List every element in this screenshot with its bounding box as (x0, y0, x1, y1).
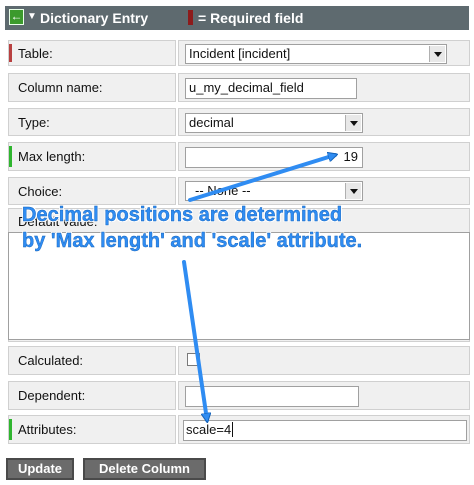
arrow-to-max-length (188, 155, 335, 202)
annotation-callout: Decimal positions are determined by 'Max… (22, 202, 462, 254)
annotation-line-1: Decimal positions are determined (22, 204, 343, 226)
arrow-to-attributes (182, 260, 207, 420)
annotation-line-2: by 'Max length' and 'scale' attribute. (22, 230, 363, 252)
